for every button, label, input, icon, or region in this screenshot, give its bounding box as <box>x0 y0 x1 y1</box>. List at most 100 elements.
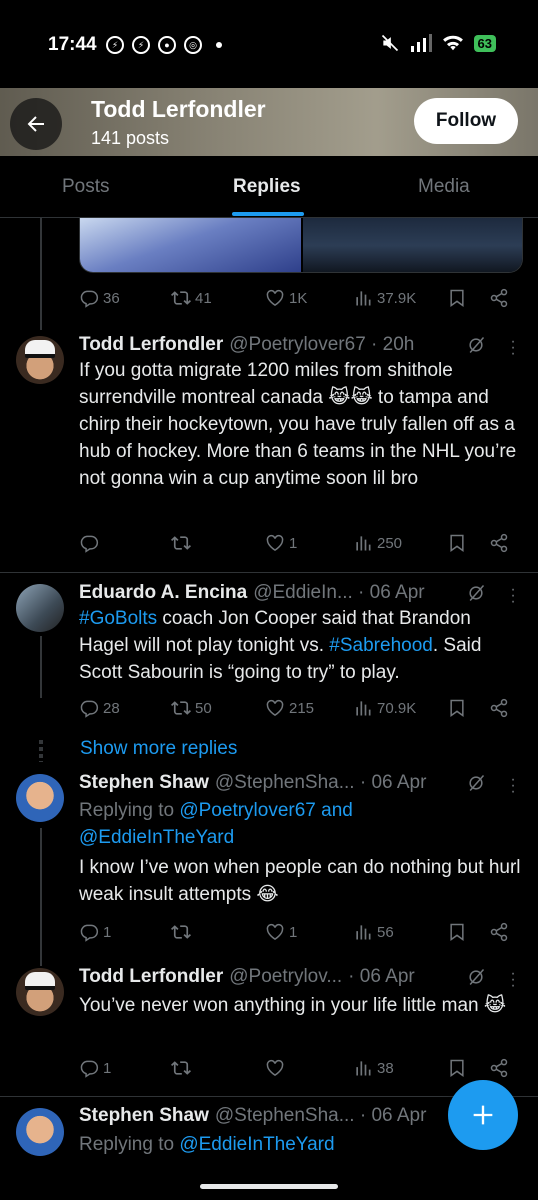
post-text: I know I’ve won when people can do nothi… <box>79 857 521 905</box>
author-name[interactable]: Todd Lerfondler <box>79 334 223 356</box>
like-action[interactable]: 1 <box>265 533 297 553</box>
home-indicator[interactable] <box>200 1184 338 1189</box>
repost-action[interactable]: 50 <box>171 698 212 718</box>
author-handle[interactable]: @Poetrylover67 · 20h <box>229 334 414 356</box>
profile-name: Todd Lerfondler <box>91 96 266 122</box>
more-icon[interactable]: · · · <box>510 966 516 994</box>
post-media[interactable] <box>79 218 523 273</box>
tab-media[interactable]: Media <box>418 176 470 198</box>
repost-action[interactable] <box>171 1058 195 1078</box>
repost-action[interactable]: 41 <box>171 288 212 308</box>
like-count: 1K <box>289 289 308 307</box>
media-image-1[interactable] <box>80 218 301 272</box>
like-action[interactable]: 1K <box>265 288 307 308</box>
bookmark-action[interactable] <box>447 288 467 308</box>
replying-to-label: Replying to <box>79 1134 180 1155</box>
repost-icon <box>171 536 191 550</box>
grok-icon[interactable] <box>466 773 486 793</box>
repost-action[interactable] <box>171 922 195 942</box>
author-name[interactable]: Stephen Shaw <box>79 1105 209 1127</box>
author-handle[interactable]: @Poetrylov... <box>229 966 342 988</box>
share-icon <box>490 533 508 553</box>
share-action[interactable] <box>489 698 509 718</box>
wifi-icon <box>442 35 463 51</box>
show-more-replies-link[interactable]: Show more replies <box>80 738 237 760</box>
repost-action[interactable] <box>171 533 195 553</box>
like-action[interactable] <box>265 1058 289 1078</box>
post-actions: 1 250 <box>79 533 511 557</box>
mention-link[interactable]: @Poetrylover67 <box>179 800 316 821</box>
more-icon[interactable]: · · · <box>510 334 516 362</box>
more-icon[interactable]: · · · <box>510 772 516 800</box>
thread-gap-dots <box>39 740 43 762</box>
bookmark-action[interactable] <box>447 533 467 553</box>
back-arrow-icon <box>27 116 44 132</box>
hashtag-link[interactable]: #Sabrehood <box>329 635 433 656</box>
replying-to-label: Replying to <box>79 800 180 821</box>
more-notifications-dot <box>216 42 222 48</box>
avatar[interactable] <box>16 584 64 632</box>
avatar[interactable] <box>16 968 64 1016</box>
post-header: Stephen Shaw @StephenSha... · 06 Apr <box>79 772 426 794</box>
share-icon <box>490 922 508 942</box>
reply-action[interactable]: 36 <box>79 288 120 308</box>
author-handle[interactable]: @StephenSha... · 06 Apr <box>215 1105 427 1127</box>
views-action[interactable]: 250 <box>353 533 402 553</box>
post-actions: 1 38 <box>79 1058 511 1082</box>
author-handle[interactable]: @EddieIn... · 06 Apr <box>253 582 424 604</box>
post-text: If you gotta migrate 1200 miles from shi… <box>79 360 517 489</box>
share-action[interactable] <box>489 288 509 308</box>
reply-action[interactable]: 1 <box>79 1058 111 1078</box>
tab-replies[interactable]: Replies <box>233 176 301 198</box>
bookmark-icon <box>450 534 464 552</box>
active-tab-indicator <box>232 212 304 216</box>
views-action[interactable]: 56 <box>353 922 394 942</box>
avatar[interactable] <box>16 774 64 822</box>
like-action[interactable]: 1 <box>265 922 297 942</box>
views-action[interactable]: 38 <box>353 1058 394 1078</box>
like-action[interactable]: 215 <box>265 698 314 718</box>
view-count: 70.9K <box>377 699 417 717</box>
author-handle[interactable]: @StephenSha... · 06 Apr <box>215 772 427 794</box>
reply-action[interactable] <box>79 533 103 553</box>
bookmark-action[interactable] <box>447 698 467 718</box>
media-image-2[interactable] <box>303 218 522 272</box>
share-action[interactable] <box>489 533 509 553</box>
more-icon[interactable]: · · · <box>510 582 516 610</box>
thread-line <box>40 828 42 924</box>
compose-plus-icon <box>473 1105 493 1125</box>
author-name[interactable]: Eduardo A. Encina <box>79 582 247 604</box>
replying-and: and <box>315 800 353 821</box>
avatar[interactable] <box>16 1108 64 1156</box>
author-name[interactable]: Todd Lerfondler <box>79 966 223 988</box>
post-text: #GoBolts coach Jon Cooper said that Bran… <box>79 605 525 686</box>
bookmark-action[interactable] <box>447 922 467 942</box>
view-count: 38 <box>377 1059 394 1077</box>
back-button[interactable] <box>10 98 62 150</box>
like-icon <box>266 289 284 306</box>
bookmark-action[interactable] <box>447 1058 467 1078</box>
views-action[interactable]: 70.9K <box>353 698 416 718</box>
mention-link[interactable]: @EddieInTheYard <box>179 1134 334 1155</box>
bottom-fade <box>0 1158 538 1200</box>
share-action[interactable] <box>489 922 509 942</box>
grok-icon[interactable] <box>466 583 486 603</box>
follow-button[interactable]: Follow <box>414 98 518 144</box>
post-actions: 1 1 56 <box>79 922 511 946</box>
tab-posts[interactable]: Posts <box>62 176 110 198</box>
share-action[interactable] <box>489 1058 509 1078</box>
hashtag-link[interactable]: #GoBolts <box>79 608 157 629</box>
repost-icon <box>171 1061 191 1075</box>
reply-action[interactable]: 1 <box>79 922 111 942</box>
compose-button[interactable] <box>448 1080 518 1150</box>
grok-icon[interactable] <box>466 335 486 355</box>
reply-count: 28 <box>103 699 120 717</box>
views-action[interactable]: 37.9K <box>353 288 416 308</box>
reply-action[interactable]: 28 <box>79 698 120 718</box>
mention-link[interactable]: @EddieInTheYard <box>79 827 234 848</box>
grok-icon[interactable] <box>466 967 486 987</box>
author-name[interactable]: Stephen Shaw <box>79 772 209 794</box>
chrome-icon: ◎ <box>184 36 202 54</box>
post-date[interactable]: · 06 Apr <box>348 966 415 988</box>
avatar[interactable] <box>16 336 64 384</box>
